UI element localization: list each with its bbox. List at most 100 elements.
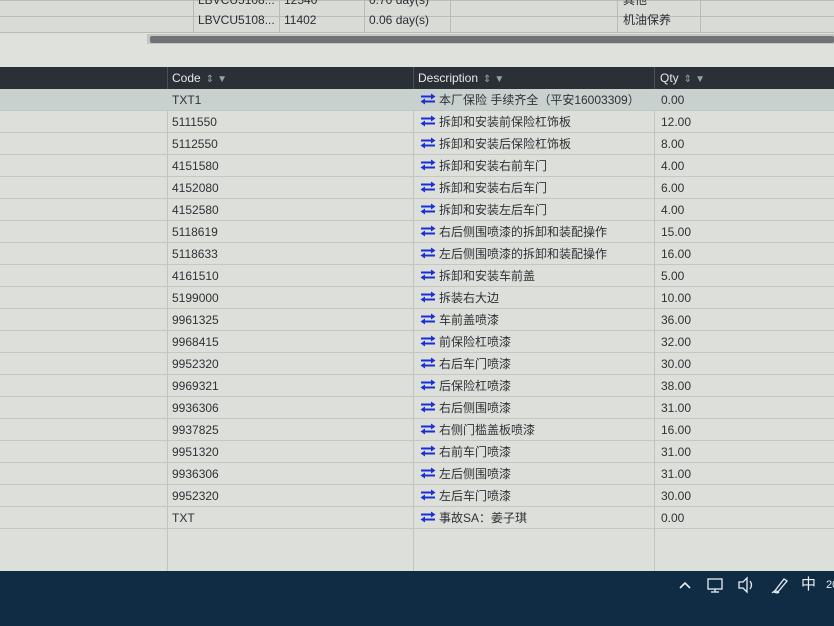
swap-icon[interactable] <box>420 423 436 435</box>
vin-cell: LBVCU5108... <box>198 13 275 27</box>
description-cell: 拆卸和安装右前车门 <box>420 155 656 177</box>
clock[interactable]: 20 <box>826 571 834 599</box>
description-text: 右后侧围喷漆 <box>439 401 512 415</box>
column-header-qty[interactable]: Qty ⇕ ▼ <box>660 67 705 89</box>
table-row[interactable]: 9951320 右前车门喷漆 31.00 <box>0 441 834 463</box>
swap-icon[interactable] <box>420 313 436 325</box>
code-cell: 9961325 <box>172 313 219 327</box>
description-cell: 事故SA：姜子琪 <box>420 507 656 529</box>
swap-icon[interactable] <box>420 247 436 259</box>
table-row[interactable]: 9936306 右后侧围喷漆 31.00 <box>0 397 834 419</box>
description-cell: 前保险杠喷漆 <box>420 331 656 353</box>
description-cell: 右侧门槛盖板喷漆 <box>420 419 656 441</box>
description-cell: 拆卸和安装后保险杠饰板 <box>420 133 656 155</box>
qty-cell: 31.00 <box>661 445 692 459</box>
qty-cell: 30.00 <box>661 357 692 371</box>
swap-icon[interactable] <box>420 93 436 105</box>
ime-indicator[interactable]: 中 <box>801 571 816 599</box>
qty-cell: 32.00 <box>661 335 692 349</box>
column-header-description[interactable]: Description ⇕ ▼ <box>418 67 504 89</box>
description-text: 本厂保险 手续齐全（平安16003309） <box>439 93 640 107</box>
swap-icon[interactable] <box>420 225 436 237</box>
swap-icon[interactable] <box>420 489 436 501</box>
table-row[interactable]: TXT 事故SA：姜子琪 0.00 <box>0 507 834 529</box>
code-cell: 9952320 <box>172 489 219 503</box>
category-cell: 机油保养 <box>623 13 672 27</box>
table-row[interactable]: 5111550 拆卸和安装前保险杠饰板 12.00 <box>0 111 834 133</box>
code-cell: TXT1 <box>172 93 202 107</box>
swap-icon[interactable] <box>420 511 436 523</box>
swap-icon[interactable] <box>420 203 436 215</box>
code-cell: 9936306 <box>172 401 219 415</box>
scrollbar-thumb[interactable] <box>150 36 834 43</box>
swap-icon[interactable] <box>420 335 436 347</box>
sort-icon[interactable]: ⇕ <box>483 74 491 85</box>
filter-icon[interactable]: ▼ <box>494 74 504 85</box>
swap-icon[interactable] <box>420 379 436 391</box>
column-header-code[interactable]: Code ⇕ ▼ <box>172 67 227 89</box>
table-row[interactable]: 9968415 前保险杠喷漆 32.00 <box>0 331 834 353</box>
qty-cell: 38.00 <box>661 379 692 393</box>
table-row[interactable]: 9937825 右侧门槛盖板喷漆 16.00 <box>0 419 834 441</box>
swap-icon[interactable] <box>420 159 436 171</box>
description-text: 后保险杠喷漆 <box>439 379 512 393</box>
description-text: 右前车门喷漆 <box>439 445 512 459</box>
table-row[interactable]: TXT1 本厂保险 手续齐全（平安16003309） 0.00 <box>0 89 834 111</box>
table-row[interactable]: 9952320 左后车门喷漆 30.00 <box>0 485 834 507</box>
code-cell: 9936306 <box>172 467 219 481</box>
pen-icon[interactable] <box>770 571 790 599</box>
network-icon[interactable] <box>706 571 726 599</box>
description-text: 车前盖喷漆 <box>439 313 500 327</box>
table-row[interactable]: 9952320 右后车门喷漆 30.00 <box>0 353 834 375</box>
sort-icon[interactable]: ⇕ <box>206 74 214 85</box>
code-cell: 5118619 <box>172 225 218 239</box>
swap-icon[interactable] <box>420 401 436 413</box>
table-row[interactable]: 5118619 右后侧围喷漆的拆卸和装配操作 15.00 <box>0 221 834 243</box>
table-row[interactable]: 5112550 拆卸和安装后保险杠饰板 8.00 <box>0 133 834 155</box>
labor-items-grid: TXT1 本厂保险 手续齐全（平安16003309） 0.00 5111550 拆卸和安… <box>0 89 834 571</box>
filter-icon[interactable]: ▼ <box>695 74 705 85</box>
qty-cell: 10.00 <box>661 291 692 305</box>
table-row[interactable]: 4161510 拆卸和安装车前盖 5.00 <box>0 265 834 287</box>
sort-icon[interactable]: ⇕ <box>684 74 692 85</box>
column-header-label: Description <box>418 71 479 85</box>
table-row[interactable]: 5118633 左后侧围喷漆的拆卸和装配操作 16.00 <box>0 243 834 265</box>
table-row[interactable]: 4151580 拆卸和安装右前车门 4.00 <box>0 155 834 177</box>
description-text: 拆卸和安装左后车门 <box>439 203 548 217</box>
table-row[interactable]: 9936306 左后侧围喷漆 31.00 <box>0 463 834 485</box>
qty-cell: 15.00 <box>661 225 692 239</box>
swap-icon[interactable] <box>420 181 436 193</box>
number-cell: 12540 <box>284 0 318 7</box>
table-row[interactable]: 4152580 拆卸和安装左后车门 4.00 <box>0 199 834 221</box>
swap-icon[interactable] <box>420 291 436 303</box>
qty-cell: 16.00 <box>661 423 692 437</box>
code-cell: 9952320 <box>172 357 219 371</box>
qty-cell: 0.00 <box>661 511 685 525</box>
description-cell: 左后车门喷漆 <box>420 485 656 507</box>
swap-icon[interactable] <box>420 445 436 457</box>
table-row[interactable]: 4152080 拆卸和安装右后车门 6.00 <box>0 177 834 199</box>
code-cell: 5112550 <box>172 137 218 151</box>
volume-icon[interactable] <box>737 571 757 599</box>
description-cell: 拆卸和安装车前盖 <box>420 265 656 287</box>
previous-table-row[interactable]: LBVCU5108... 11402 0.06 day(s) 机油保养 <box>0 12 834 28</box>
qty-cell: 4.00 <box>661 203 685 217</box>
chevron-up-icon[interactable] <box>678 571 692 599</box>
qty-cell: 0.00 <box>661 93 685 107</box>
category-cell: 其他 <box>623 0 648 7</box>
swap-icon[interactable] <box>420 137 436 149</box>
swap-icon[interactable] <box>420 115 436 127</box>
code-cell: TXT <box>172 511 195 525</box>
qty-cell: 5.00 <box>661 269 685 283</box>
table-row[interactable]: 5199000 拆装右大边 10.00 <box>0 287 834 309</box>
previous-table-row[interactable]: LBVCU5108... 12540 0.70 day(s) 其他 <box>0 0 834 8</box>
table-row[interactable]: 9969321 后保险杠喷漆 38.00 <box>0 375 834 397</box>
swap-icon[interactable] <box>420 357 436 369</box>
code-cell: 9969321 <box>172 379 219 393</box>
swap-icon[interactable] <box>420 269 436 281</box>
description-cell: 拆卸和安装左后车门 <box>420 199 656 221</box>
filter-icon[interactable]: ▼ <box>217 74 227 85</box>
description-cell: 车前盖喷漆 <box>420 309 656 331</box>
swap-icon[interactable] <box>420 467 436 479</box>
table-row[interactable]: 9961325 车前盖喷漆 36.00 <box>0 309 834 331</box>
